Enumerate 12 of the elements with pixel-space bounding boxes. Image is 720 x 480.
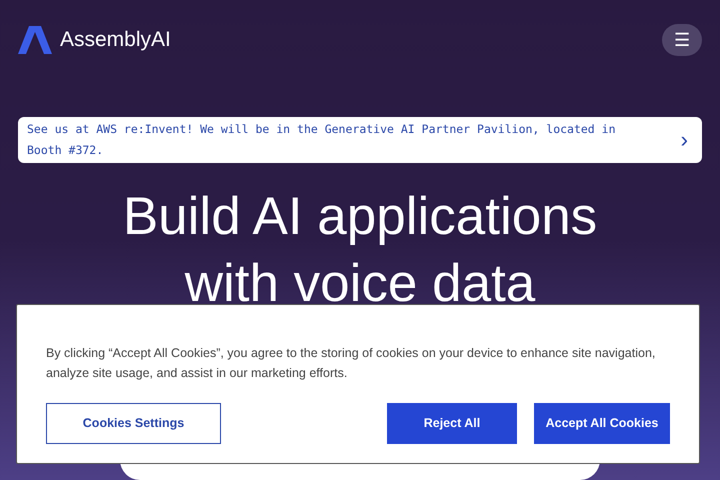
chevron-icon: › — [680, 129, 688, 151]
menu-button[interactable]: ☰ — [662, 24, 702, 56]
hero-heading-line: Build AI applications — [122, 186, 598, 248]
brand-name[interactable]: AssemblyAI — [60, 24, 171, 56]
settings-button[interactable]: Cookies Settings — [46, 403, 221, 444]
announcement-banner[interactable]: See us at AWS re:Invent! We will be in the Generative AI Partner Pavilion, located in Booth #372. › — [18, 117, 702, 163]
hero-heading-line: with voice data — [184, 253, 536, 315]
accept-button[interactable]: Accept All Cookies — [534, 403, 670, 444]
cookie-text: By clicking “Accept All Cookies”, you agree to the storing of cookies on your device to enhance site navigation, analyze site usage, and assist in our marketing efforts. — [46, 345, 656, 382]
reject-button[interactable]: Reject All — [387, 403, 517, 444]
logo-icon[interactable] — [18, 26, 52, 54]
announcement-text: See us at AWS re:Invent! We will be in the Generative AI Partner Pavilion, located in Booth #372. — [27, 121, 617, 159]
